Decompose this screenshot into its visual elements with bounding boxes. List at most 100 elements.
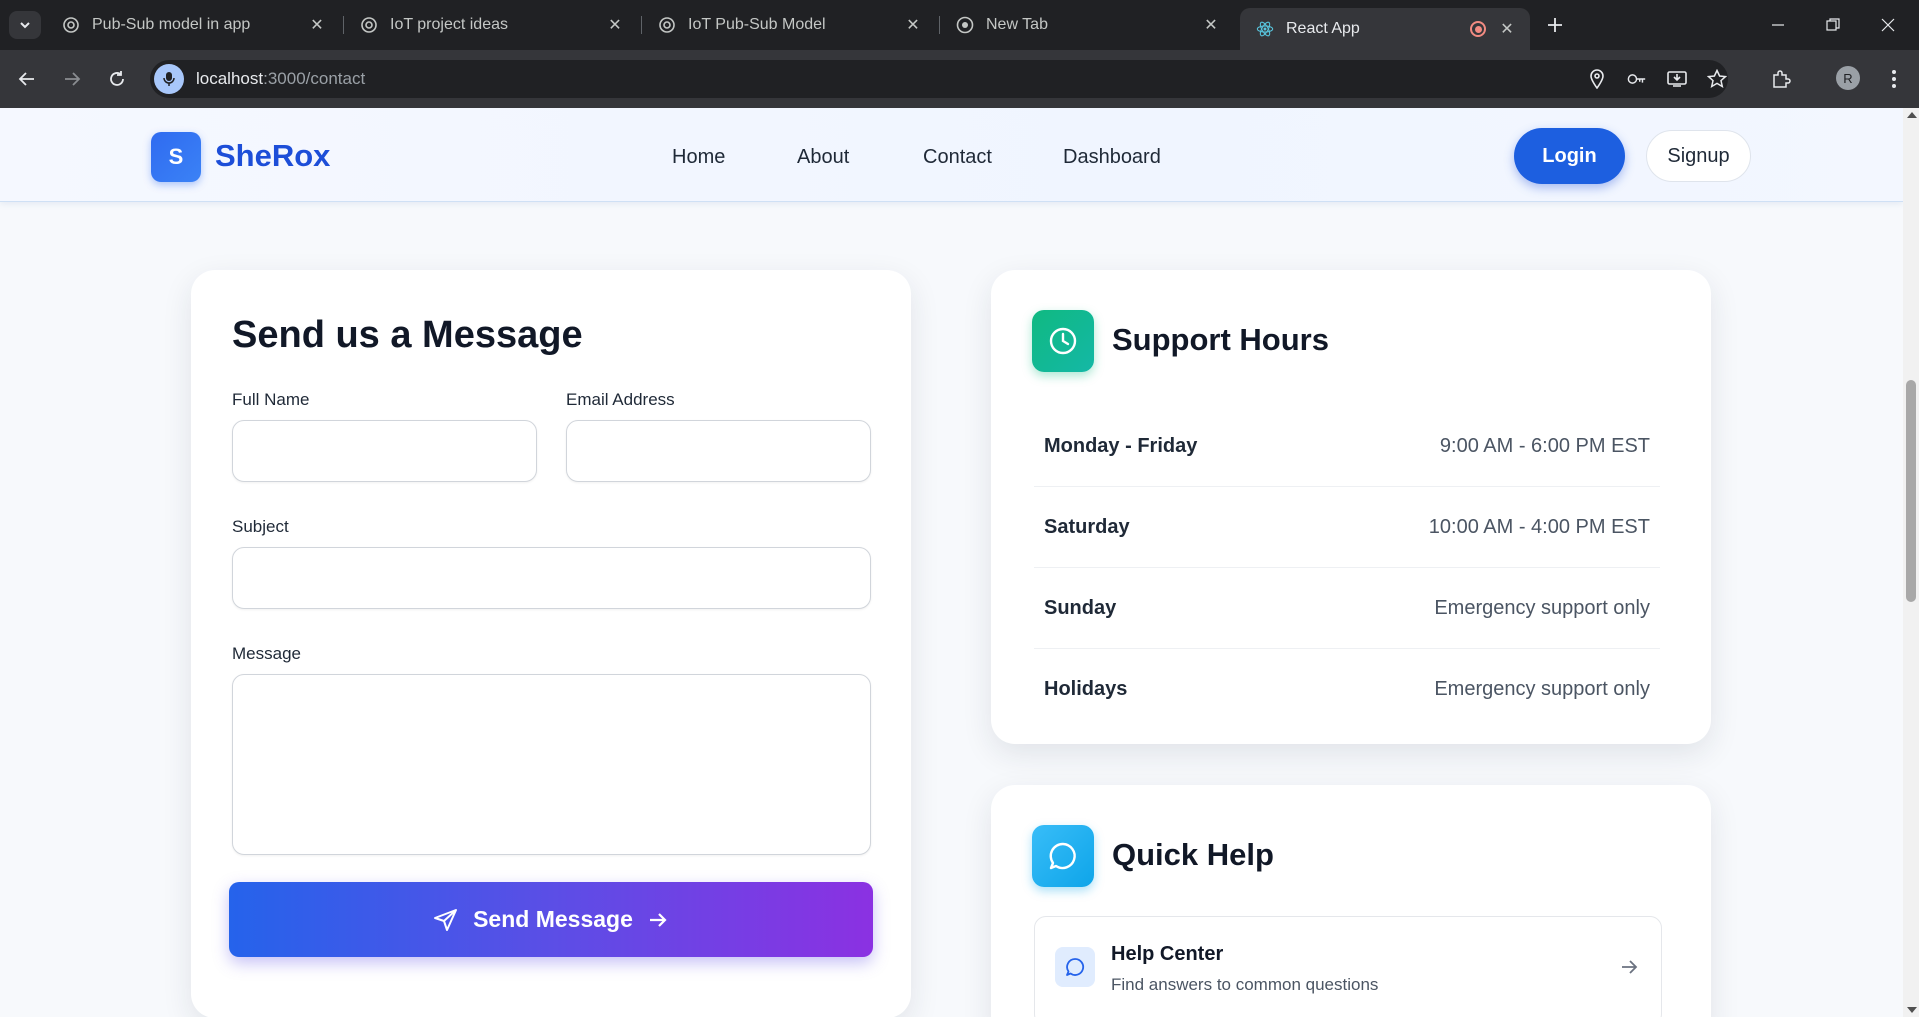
scroll-up-arrow-icon[interactable] xyxy=(1907,112,1917,118)
install-app-icon[interactable] xyxy=(1667,69,1687,89)
tab-title: React App xyxy=(1286,20,1360,37)
hours-row: Holidays Emergency support only xyxy=(1034,649,1660,730)
clock-icon xyxy=(1032,310,1094,372)
form-title: Send us a Message xyxy=(232,314,583,356)
arrow-left-icon xyxy=(18,72,34,86)
email-label: Email Address xyxy=(566,390,675,409)
message-textarea[interactable] xyxy=(232,674,871,855)
browser-tab[interactable]: Pub-Sub model in app ✕ xyxy=(46,8,340,42)
brand-name[interactable]: SheRox xyxy=(215,138,330,174)
chrome-icon xyxy=(956,16,974,34)
chatgpt-icon xyxy=(658,16,676,34)
subject-label: Subject xyxy=(232,517,289,536)
chat-bubble-icon xyxy=(1055,947,1095,987)
reload-button[interactable] xyxy=(101,63,133,95)
logo-badge[interactable]: S xyxy=(151,132,201,182)
message-label: Message xyxy=(232,644,301,663)
arrow-right-icon xyxy=(649,912,667,927)
hours-row: Sunday Emergency support only xyxy=(1034,568,1660,649)
url-host: localhost xyxy=(196,69,264,88)
chevron-down-icon xyxy=(20,22,30,29)
microphone-icon[interactable] xyxy=(154,64,184,94)
signup-button[interactable]: Signup xyxy=(1646,130,1751,182)
recording-icon xyxy=(1470,21,1486,37)
scrollbar-thumb[interactable] xyxy=(1906,380,1916,602)
quick-help-card: Quick Help Help Center Find answers to c… xyxy=(991,785,1711,1017)
quick-help-title: Quick Help xyxy=(1112,837,1274,872)
subject-input[interactable] xyxy=(232,547,871,609)
page-viewport: S SheRox Home About Contact Dashboard Lo… xyxy=(0,108,1903,1017)
email-input[interactable] xyxy=(566,420,871,482)
location-icon[interactable] xyxy=(1587,69,1607,89)
full-name-input[interactable] xyxy=(232,420,537,482)
tab-title: Pub-Sub model in app xyxy=(92,16,251,33)
chatgpt-icon xyxy=(360,16,378,34)
nav-link-contact[interactable]: Contact xyxy=(923,146,992,169)
browser-tab[interactable]: IoT project ideas ✕ xyxy=(344,8,638,42)
help-center-item[interactable]: Help Center Find answers to common quest… xyxy=(1034,916,1662,1017)
arrow-right-icon xyxy=(65,72,81,86)
react-icon xyxy=(1256,20,1274,38)
close-icon xyxy=(1881,18,1895,32)
tab-search-button[interactable] xyxy=(9,11,41,39)
help-item-subtitle: Find answers to common questions xyxy=(1111,975,1379,994)
forward-button[interactable] xyxy=(56,63,88,95)
profile-avatar[interactable]: R xyxy=(1836,66,1860,90)
browser-tab[interactable]: IoT Pub-Sub Model ✕ xyxy=(642,8,936,42)
browser-toolbar: localhost:3000/contact R xyxy=(0,50,1919,108)
hours-row: Monday - Friday 9:00 AM - 6:00 PM EST xyxy=(1034,406,1660,487)
hours-day: Sunday xyxy=(1044,596,1117,619)
extensions-icon[interactable] xyxy=(1767,65,1795,93)
nav-link-home[interactable]: Home xyxy=(672,146,725,169)
browser-tab-strip: Pub-Sub model in app ✕ IoT project ideas… xyxy=(0,0,1919,50)
plus-icon xyxy=(1548,18,1562,32)
arrow-right-icon xyxy=(1617,955,1641,979)
key-icon[interactable] xyxy=(1627,69,1647,89)
browser-tab[interactable]: New Tab ✕ xyxy=(940,8,1234,42)
login-button[interactable]: Login xyxy=(1514,128,1625,184)
tab-title: New Tab xyxy=(986,16,1048,33)
hours-time: Emergency support only xyxy=(1434,678,1650,700)
send-message-button[interactable]: Send Message xyxy=(229,882,873,957)
close-icon[interactable]: ✕ xyxy=(1496,18,1518,40)
tab-title: IoT project ideas xyxy=(390,16,508,33)
support-hours-title: Support Hours xyxy=(1112,322,1329,357)
restore-icon xyxy=(1826,18,1840,31)
restore-button[interactable] xyxy=(1810,10,1856,40)
hours-day: Holidays xyxy=(1044,678,1128,700)
more-menu-icon[interactable] xyxy=(1880,65,1908,93)
minimize-icon xyxy=(1772,24,1784,26)
scroll-down-arrow-icon[interactable] xyxy=(1907,1007,1917,1013)
help-item-title: Help Center xyxy=(1111,943,1224,965)
bookmark-star-icon[interactable] xyxy=(1707,69,1727,89)
send-icon xyxy=(434,908,458,931)
close-window-button[interactable] xyxy=(1865,10,1911,40)
new-tab-button[interactable] xyxy=(1540,11,1570,39)
chatgpt-icon xyxy=(62,16,80,34)
hours-time: 10:00 AM - 4:00 PM EST xyxy=(1428,515,1650,538)
hours-day: Monday - Friday xyxy=(1044,434,1198,457)
support-hours-card: Support Hours Monday - Friday 9:00 AM - … xyxy=(991,270,1711,744)
nav-link-about[interactable]: About xyxy=(797,146,849,169)
close-icon[interactable]: ✕ xyxy=(902,14,924,36)
site-navbar: S SheRox Home About Contact Dashboard Lo… xyxy=(0,108,1903,202)
address-bar[interactable]: localhost:3000/contact xyxy=(150,60,1728,98)
close-icon[interactable]: ✕ xyxy=(1200,14,1222,36)
send-message-label: Send Message xyxy=(473,906,633,932)
close-icon[interactable]: ✕ xyxy=(604,14,626,36)
reload-icon xyxy=(110,71,124,86)
minimize-button[interactable] xyxy=(1755,10,1801,40)
hours-time: Emergency support only xyxy=(1434,596,1650,619)
hours-time: 9:00 AM - 6:00 PM EST xyxy=(1439,434,1650,457)
url-text: localhost:3000/contact xyxy=(196,69,365,89)
nav-link-dashboard[interactable]: Dashboard xyxy=(1063,146,1161,169)
chat-bubble-icon xyxy=(1032,825,1094,887)
close-icon[interactable]: ✕ xyxy=(306,14,328,36)
back-button[interactable] xyxy=(11,63,43,95)
contact-form-card: Send us a Message Full Name Email Addres… xyxy=(191,270,911,1017)
url-path: :3000/contact xyxy=(263,69,366,88)
hours-day: Saturday xyxy=(1044,515,1130,538)
browser-tab-active[interactable]: React App ✕ xyxy=(1240,8,1530,50)
page-scrollbar[interactable] xyxy=(1903,108,1919,1017)
full-name-label: Full Name xyxy=(232,390,310,409)
